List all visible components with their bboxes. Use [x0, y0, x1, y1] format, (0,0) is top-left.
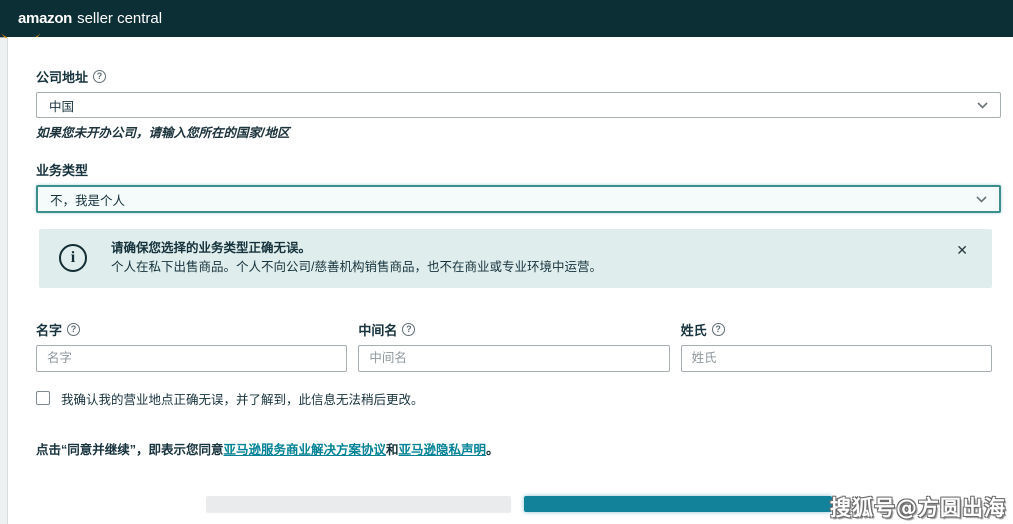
chevron-down-icon [977, 102, 988, 109]
middle-name-label-row: 中间名 ? [358, 320, 669, 339]
agree-and-continue-button[interactable] [524, 496, 832, 512]
agreement-prefix: 点击“同意并继续”，即表示您同意 [36, 443, 224, 457]
agreement-text: 点击“同意并继续”，即表示您同意亚马逊服务商业解决方案协议和亚马逊隐私声明。 [36, 439, 1013, 458]
middle-name-input[interactable] [358, 345, 669, 372]
alert-body: 个人在私下出售商品。个人不向公司/慈善机构销售商品，也不在商业或专业环境中运营。 [111, 258, 602, 277]
registration-form: 公司地址 ? 中国 如果您未开办公司，请输入您所在的国家/地区 业务类型 不，我… [7, 37, 1013, 524]
business-type-value: 不，我是个人 [50, 190, 125, 209]
business-type-alert: i 请确保您选择的业务类型正确无误。 个人在私下出售商品。个人不向公司/慈善机构… [39, 229, 992, 288]
close-icon[interactable]: ✕ [956, 243, 968, 259]
agreement-conjunction: 和 [386, 443, 399, 457]
company-address-value: 中国 [49, 96, 74, 115]
middle-name-group: 中间名 ? [358, 320, 669, 372]
confirm-location-row: 我确认我的营业地点正确无误，并了解到，此信息无法稍后更改。 [36, 389, 1013, 408]
registration-page: amazon seller central 公司地址 ? 中国 如果您未开办公司… [0, 0, 1013, 524]
help-icon[interactable]: ? [67, 323, 80, 336]
privacy-notice-link[interactable]: 亚马逊隐私声明 [399, 443, 487, 457]
help-icon[interactable]: ? [402, 323, 415, 336]
company-address-label: 公司地址 [36, 67, 88, 86]
info-icon: i [59, 244, 87, 272]
business-solutions-agreement-link[interactable]: 亚马逊服务商业解决方案协议 [224, 443, 387, 457]
company-address-note: 如果您未开办公司，请输入您所在的国家/地区 [36, 122, 1013, 141]
middle-name-label: 中间名 [358, 320, 397, 339]
previous-button[interactable] [206, 496, 511, 512]
agreement-suffix: 。 [486, 443, 499, 457]
amazon-seller-central-logo[interactable]: amazon seller central [18, 10, 162, 27]
amazon-logo-text: amazon [18, 10, 72, 27]
first-name-input[interactable] [36, 345, 347, 372]
last-name-group: 姓氏 ? [681, 320, 992, 372]
help-icon[interactable]: ? [712, 323, 725, 336]
first-name-group: 名字 ? [36, 320, 347, 372]
business-type-label-row: 业务类型 [36, 160, 1013, 179]
last-name-input[interactable] [681, 345, 992, 372]
last-name-label-row: 姓氏 ? [681, 320, 992, 339]
alert-text: 请确保您选择的业务类型正确无误。 个人在私下出售商品。个人不向公司/慈善机构销售… [111, 239, 662, 278]
business-type-select[interactable]: 不，我是个人 [36, 185, 1001, 213]
last-name-label: 姓氏 [681, 320, 707, 339]
confirm-location-checkbox[interactable] [36, 391, 50, 405]
watermark: 搜狐号@方圆出海 [830, 492, 1006, 522]
app-header: amazon seller central [0, 0, 1013, 37]
company-address-select[interactable]: 中国 [36, 92, 1001, 118]
first-name-label-row: 名字 ? [36, 320, 347, 339]
name-fields-row: 名字 ? 中间名 ? 姓氏 ? [36, 320, 992, 372]
seller-central-label: seller central [77, 10, 162, 27]
company-address-label-row: 公司地址 ? [36, 67, 1013, 86]
business-type-label: 业务类型 [36, 160, 88, 179]
alert-title: 请确保您选择的业务类型正确无误。 [111, 239, 602, 258]
help-icon[interactable]: ? [93, 70, 106, 83]
confirm-location-label: 我确认我的营业地点正确无误，并了解到，此信息无法稍后更改。 [61, 389, 424, 408]
first-name-label: 名字 [36, 320, 62, 339]
chevron-down-icon [976, 196, 987, 203]
